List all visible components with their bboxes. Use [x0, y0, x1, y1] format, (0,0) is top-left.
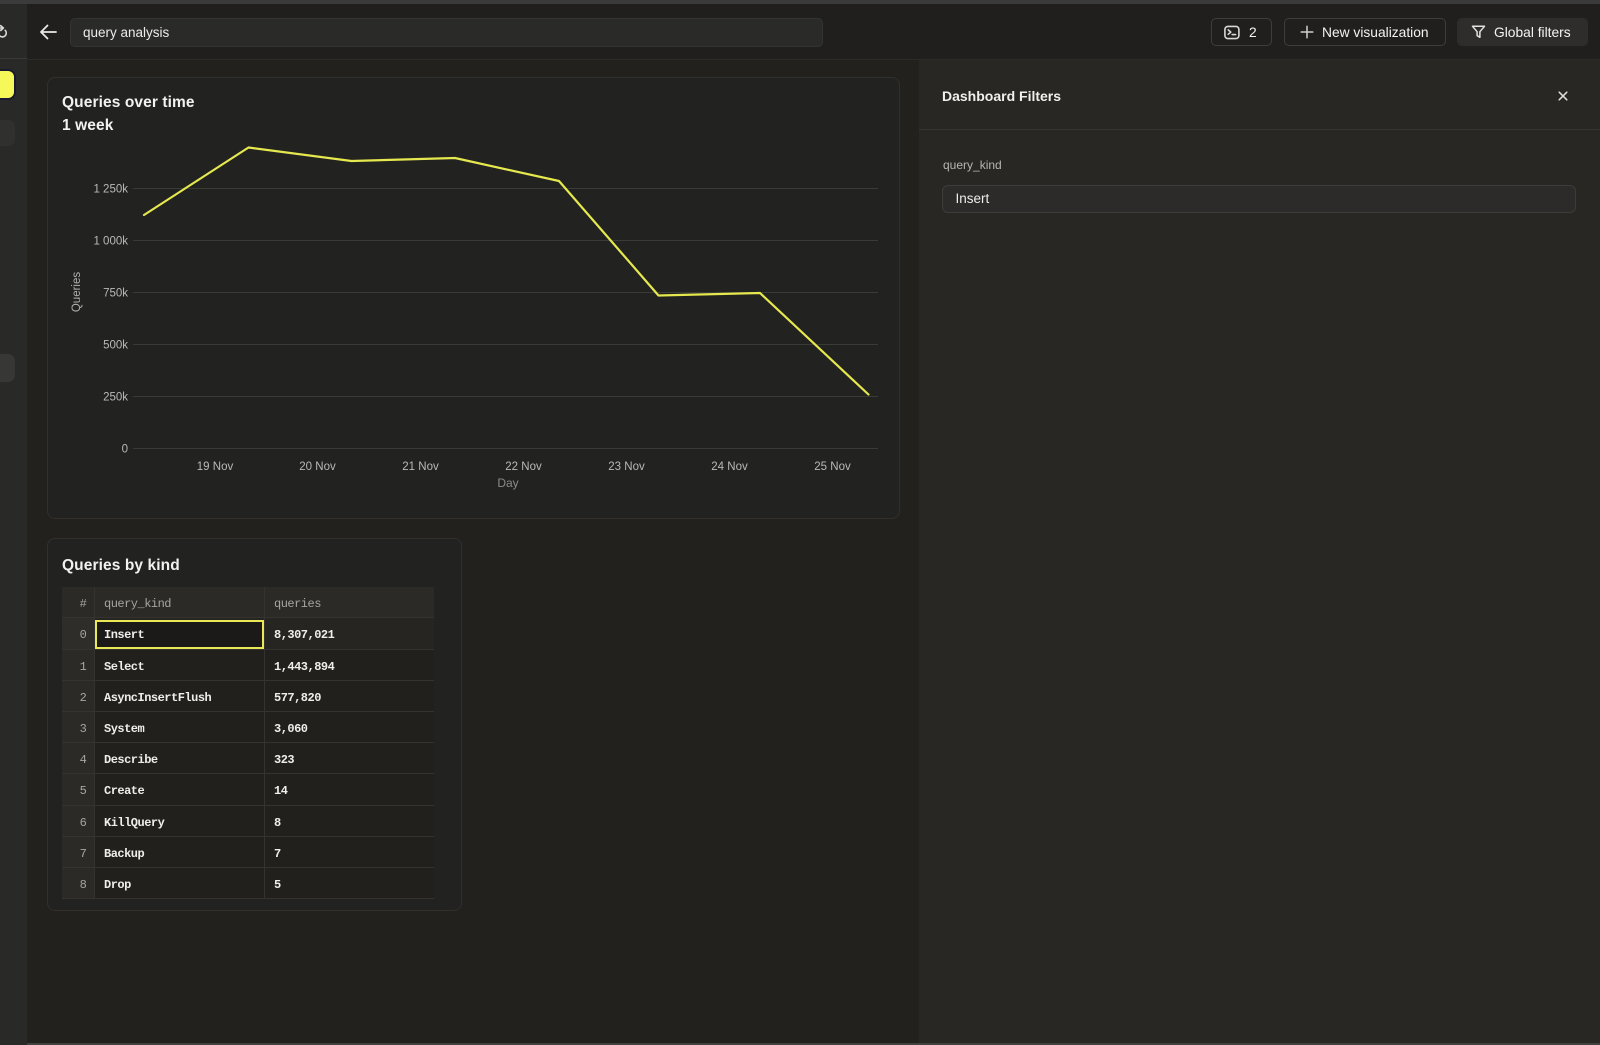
- svg-text:250k: 250k: [103, 392, 128, 404]
- svg-text:21 Nov: 21 Nov: [402, 461, 439, 473]
- svg-text:0: 0: [122, 444, 128, 456]
- svg-text:22 Nov: 22 Nov: [505, 461, 542, 473]
- svg-text:1 000k: 1 000k: [93, 236, 128, 248]
- svg-text:1 250k: 1 250k: [93, 184, 128, 196]
- svg-text:750k: 750k: [103, 288, 128, 300]
- svg-text:25 Nov: 25 Nov: [814, 461, 851, 473]
- svg-text:Queries: Queries: [71, 272, 83, 313]
- svg-text:500k: 500k: [103, 340, 128, 352]
- svg-text:24 Nov: 24 Nov: [711, 461, 748, 473]
- svg-text:23 Nov: 23 Nov: [608, 461, 645, 473]
- svg-text:20 Nov: 20 Nov: [299, 461, 336, 473]
- svg-text:Day: Day: [497, 476, 518, 490]
- svg-text:19 Nov: 19 Nov: [197, 461, 234, 473]
